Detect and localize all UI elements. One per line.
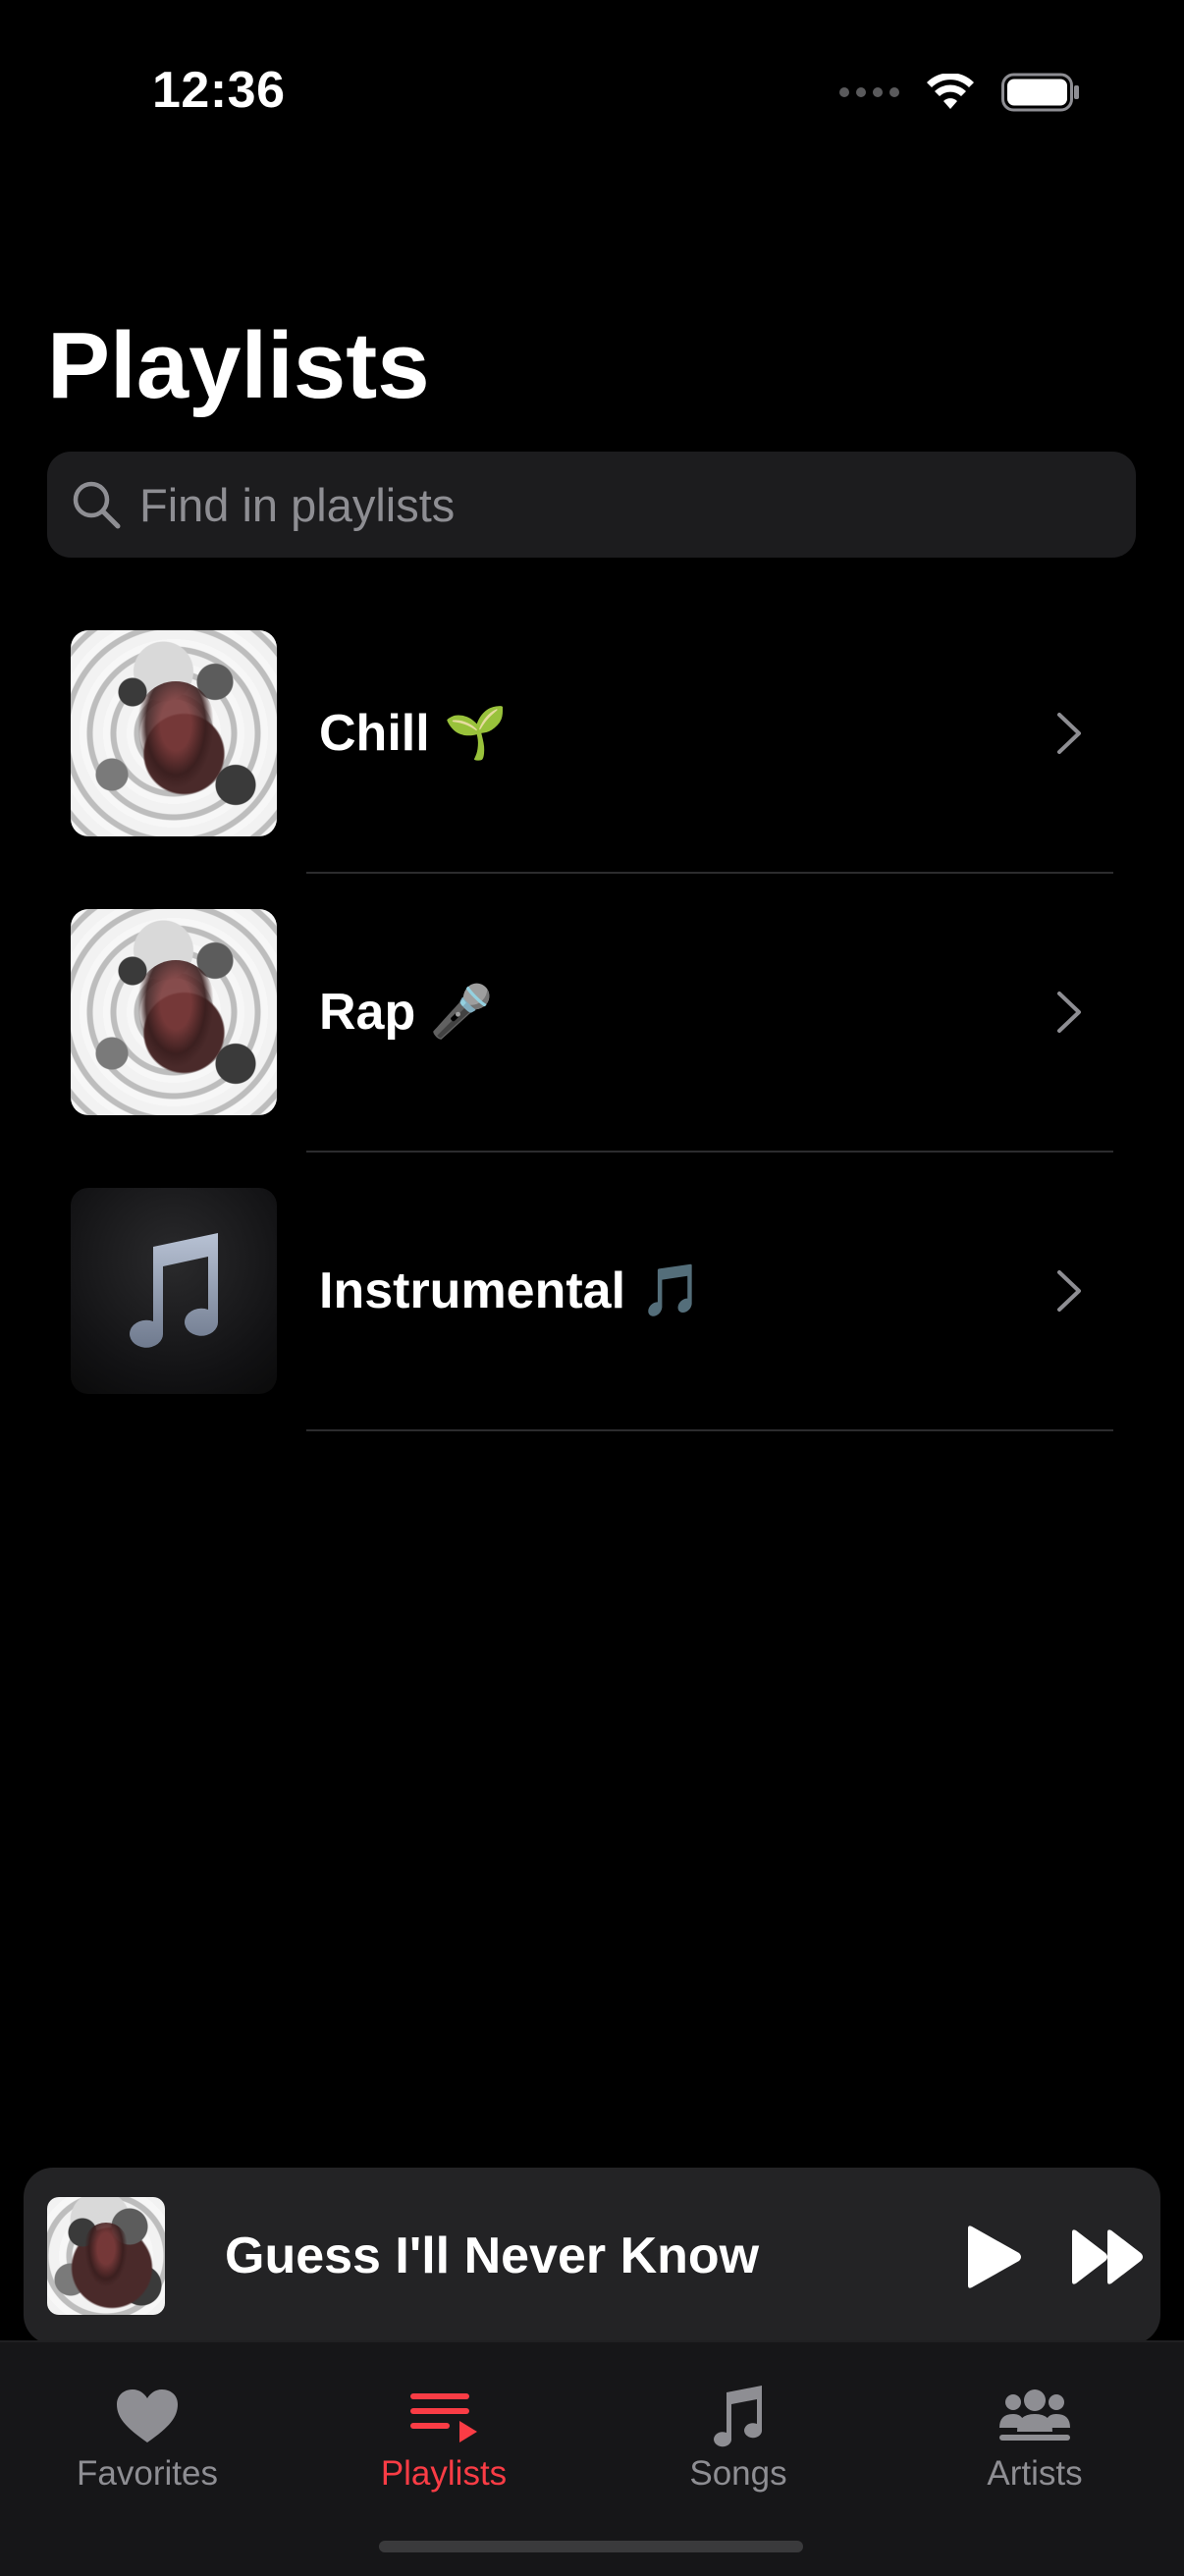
home-indicator <box>379 2541 803 2552</box>
playlist-name: Instrumental 🎵 <box>319 1262 704 1319</box>
tab-label: Songs <box>689 2454 787 2493</box>
cellular-signal-icon <box>839 87 899 97</box>
playlist-artwork <box>71 909 277 1115</box>
playlist-name: Rap 🎤 <box>319 984 494 1041</box>
search-input[interactable] <box>137 476 1074 533</box>
tab-label: Playlists <box>380 2454 508 2493</box>
fast-forward-button[interactable] <box>1068 2227 1147 2287</box>
status-indicators <box>839 73 1080 112</box>
mini-player[interactable]: Guess I'll Never Know <box>24 2168 1160 2344</box>
battery-icon <box>1001 73 1079 112</box>
now-playing-artwork <box>47 2197 165 2315</box>
tab-artists[interactable]: Artists <box>907 2382 1162 2494</box>
now-playing-title: Guess I'll Never Know <box>225 2227 760 2284</box>
chevron-right-icon <box>1057 992 1081 1033</box>
music-note-icon <box>714 2386 763 2447</box>
tab-label: Artists <box>987 2454 1083 2493</box>
playlist-artwork <box>71 630 277 836</box>
chevron-right-icon <box>1057 1270 1081 1312</box>
page-title: Playlists <box>47 313 430 418</box>
playlist-icon <box>410 2393 477 2442</box>
playlist-row-instrumental[interactable]: Instrumental 🎵 <box>0 1188 1184 1467</box>
playlist-row-rap[interactable]: Rap 🎤 <box>0 909 1184 1188</box>
row-divider <box>306 1151 1113 1153</box>
wifi-icon <box>927 74 974 109</box>
tab-label: Favorites <box>77 2454 218 2493</box>
heart-icon <box>117 2389 178 2442</box>
search-icon <box>69 477 124 532</box>
music-note-icon <box>130 1233 219 1348</box>
playlist-list: Chill 🌱 Rap 🎤 Instrumental 🎵 <box>0 630 1184 1467</box>
row-divider <box>306 1429 1113 1431</box>
search-bar[interactable] <box>47 452 1136 558</box>
chevron-right-icon <box>1057 713 1081 754</box>
playlist-row-chill[interactable]: Chill 🌱 <box>0 630 1184 909</box>
tab-favorites[interactable]: Favorites <box>20 2382 275 2494</box>
tab-songs[interactable]: Songs <box>611 2382 866 2494</box>
row-divider <box>306 872 1113 874</box>
people-icon <box>999 2389 1070 2441</box>
play-button[interactable] <box>956 2223 1025 2291</box>
playlist-name: Chill 🌱 <box>319 705 508 762</box>
playlist-artwork <box>71 1188 277 1394</box>
status-time: 12:36 <box>152 62 286 119</box>
tab-playlists[interactable]: Playlists <box>316 2382 571 2494</box>
